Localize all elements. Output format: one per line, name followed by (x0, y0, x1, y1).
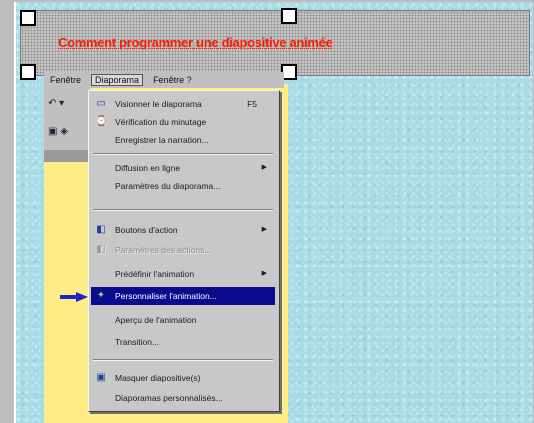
menu-item-action-settings: ◧ Paramètres des actions... (96, 244, 212, 255)
action-settings-icon: ◧ (96, 244, 106, 255)
menu-item-transition[interactable]: Transition... (91, 333, 275, 351)
menu-item-preset-animation[interactable]: Prédéfinir l'animation ▶ (91, 265, 275, 283)
submenu-arrow-icon: ▶ (261, 226, 267, 233)
pointer-arrow-icon (60, 292, 88, 302)
slideshow-dropdown-menu: ▭ Visionner le diaporama F5 ⌚ Vérificati… (88, 90, 280, 412)
menu-item-rehearse-timings[interactable]: ⌚ Vérification du minutage (91, 113, 275, 131)
slideshow-icon: ▭ (96, 98, 106, 109)
menu-item-action-buttons[interactable]: ◧ Boutons d'action ▶ (91, 221, 275, 239)
timer-icon: ⌚ (95, 116, 108, 127)
menu-bar: Fenêtre Diaporama Fenêtre ? (44, 72, 284, 88)
resize-handle-bottom-left[interactable] (20, 64, 36, 80)
menu-help[interactable]: Fenêtre ? (153, 75, 192, 85)
hide-slide-icon: ▣ (96, 372, 106, 383)
menu-item-hide-slide[interactable]: ▣ Masquer diapositive(s) (91, 369, 275, 387)
resize-handle-top-center[interactable] (281, 8, 297, 24)
resize-handle-top-left[interactable] (20, 10, 36, 26)
menu-item-view-show[interactable]: ▭ Visionner le diaporama F5 (91, 95, 275, 113)
menu-window[interactable]: Fenêtre (50, 75, 81, 85)
menu-separator (93, 359, 273, 361)
toolbar-buttons-icon[interactable]: ▣ ◈ (48, 126, 68, 137)
submenu-arrow-icon: ▶ (261, 270, 267, 277)
menu-item-custom-animation[interactable]: ✦ Personnaliser l'animation... (91, 287, 275, 305)
slide-title[interactable]: Comment programmer une diapositive animé… (58, 35, 508, 50)
menu-separator (93, 153, 273, 155)
submenu-arrow-icon: ▶ (261, 164, 267, 171)
menu-item-custom-shows[interactable]: Diaporamas personnalisés... (91, 389, 275, 407)
toolbar-divider (44, 150, 90, 162)
toolbar: ↶ ▾ ▣ ◈ (44, 88, 90, 154)
menu-slideshow[interactable]: Diaporama (91, 74, 144, 86)
menu-item-record-narration[interactable]: Enregistrer la narration... (91, 131, 275, 149)
undo-icon[interactable]: ↶ ▾ (48, 98, 64, 109)
action-button-icon: ◧ (96, 224, 106, 235)
menu-item-setup-show[interactable]: Paramètres du diaporama... (91, 177, 275, 195)
menu-separator (93, 209, 273, 211)
menu-item-animation-preview[interactable]: Aperçu de l'animation (91, 311, 275, 329)
menu-item-online-broadcast[interactable]: Diffusion en ligne ▶ (91, 159, 275, 177)
animation-icon: ✦ (96, 290, 106, 301)
